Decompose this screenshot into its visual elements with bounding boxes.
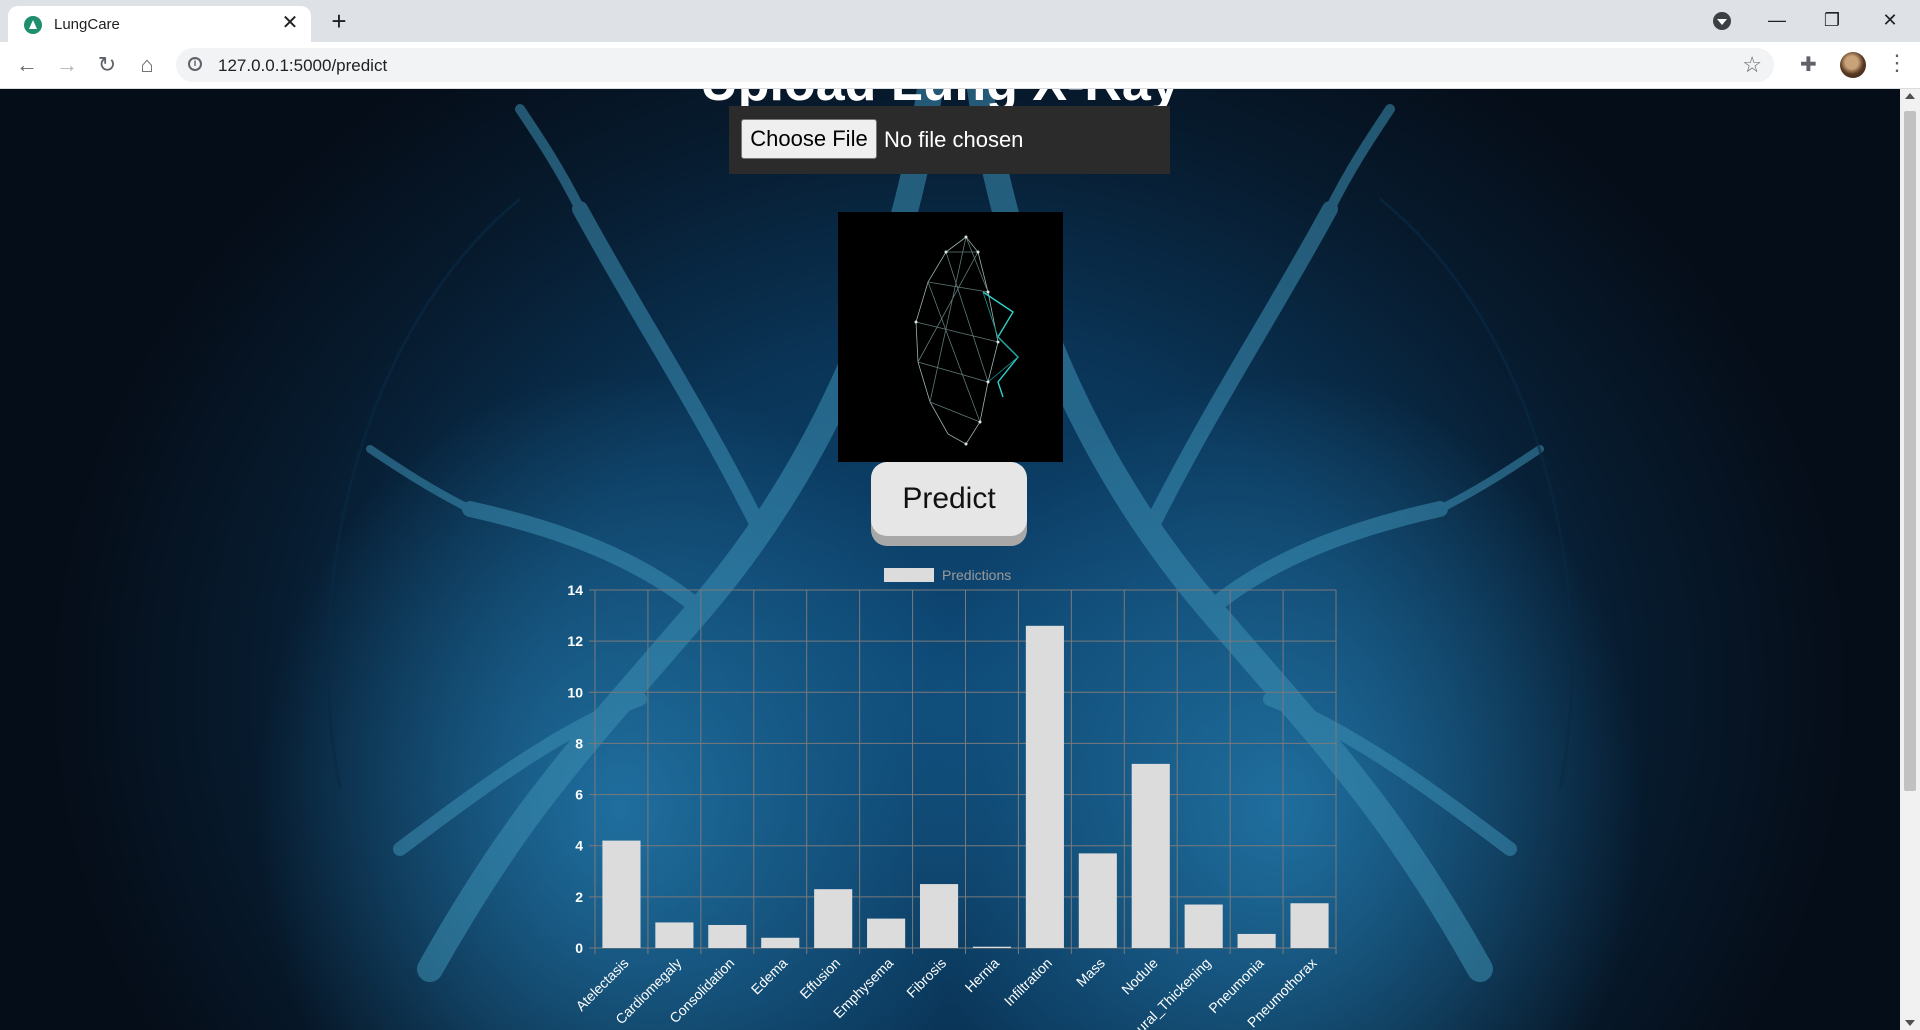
tab-strip: LungCare ✕ + — ❐ ✕ (0, 0, 1920, 42)
bar-effusion (814, 889, 853, 948)
bar-atelectasis (602, 840, 641, 948)
file-status-text: No file chosen (884, 127, 1024, 152)
bar-emphysema (867, 918, 906, 948)
bookmark-star-icon[interactable]: ☆ (1742, 52, 1762, 78)
bar-consolidation (708, 924, 747, 948)
x-tick-label: Nodule (1118, 955, 1161, 998)
bar-pneumothorax (1290, 903, 1329, 948)
site-info-icon[interactable]: i (188, 57, 202, 71)
tab-search-icon[interactable] (1713, 12, 1731, 30)
y-tick-label: 4 (575, 838, 583, 854)
bar-fibrosis (919, 884, 959, 948)
bar-hernia (972, 946, 1012, 948)
browser-toolbar: ← → ↻ ⌂ i 127.0.0.1:5000/predict ☆ (0, 42, 1920, 89)
predict-button[interactable]: Predict (871, 462, 1027, 536)
legend-swatch (884, 568, 934, 582)
y-tick-label: 0 (575, 940, 583, 956)
back-icon[interactable]: ← (12, 50, 42, 80)
scroll-thumb[interactable] (1904, 111, 1916, 791)
lung-wireframe-icon (914, 235, 1019, 446)
legend-label: Predictions (942, 567, 1011, 583)
scroll-up-icon[interactable] (1905, 93, 1915, 99)
forward-icon[interactable]: → (52, 50, 82, 80)
close-tab-icon[interactable]: ✕ (279, 12, 301, 34)
kebab-menu-icon[interactable]: ⋮ (1886, 50, 1908, 76)
page-scrollbar[interactable] (1900, 89, 1920, 1030)
bar-cardiomegaly (655, 922, 694, 948)
restore-icon[interactable]: ❐ (1812, 6, 1852, 34)
bar-pleural_thickening (1184, 904, 1223, 948)
y-tick-label: 2 (575, 889, 583, 905)
predictions-bar-chart: Predictions02468101214AtelectasisCardiom… (567, 567, 1337, 1030)
lungcare-favicon-icon (24, 16, 42, 34)
x-tick-label: Effusion (796, 955, 843, 1002)
y-tick-label: 8 (575, 735, 583, 751)
x-tick-label: Hernia (962, 955, 1003, 996)
extensions-icon[interactable]: ✚ (1800, 52, 1817, 77)
browser-tab[interactable]: LungCare ✕ (8, 6, 311, 42)
page-viewport: Upload Lung X-Ray Choose File No file ch… (0, 89, 1900, 1030)
x-tick-label: Infiltration (1001, 955, 1055, 1009)
x-tick-label: Edema (748, 955, 791, 998)
bar-nodule (1131, 763, 1170, 948)
y-tick-label: 10 (567, 684, 583, 700)
scroll-down-icon[interactable] (1905, 1020, 1915, 1026)
y-tick-label: 14 (567, 582, 583, 598)
bar-edema (761, 937, 800, 948)
avatar[interactable] (1840, 52, 1866, 78)
bar-mass (1078, 853, 1117, 948)
bar-pneumonia (1237, 933, 1276, 948)
window-close-icon[interactable]: ✕ (1870, 6, 1910, 34)
y-tick-label: 12 (567, 633, 583, 649)
x-tick-label: Fibrosis (903, 955, 949, 1001)
url-text[interactable]: 127.0.0.1:5000/predict (218, 56, 387, 76)
new-tab-icon[interactable]: + (325, 8, 353, 36)
home-icon[interactable]: ⌂ (132, 50, 162, 80)
bar-infiltration (1025, 625, 1064, 948)
choose-file-button[interactable]: Choose File (741, 119, 877, 159)
reload-icon[interactable]: ↻ (92, 50, 122, 80)
upload-form: Choose File No file chosen (729, 106, 1170, 174)
tab-title: LungCare (54, 16, 120, 33)
y-tick-label: 6 (575, 787, 583, 803)
x-tick-label: Mass (1073, 955, 1108, 990)
address-bar[interactable]: i 127.0.0.1:5000/predict ☆ (176, 48, 1774, 82)
minimize-icon[interactable]: — (1757, 6, 1797, 34)
xray-preview-image (838, 212, 1063, 462)
